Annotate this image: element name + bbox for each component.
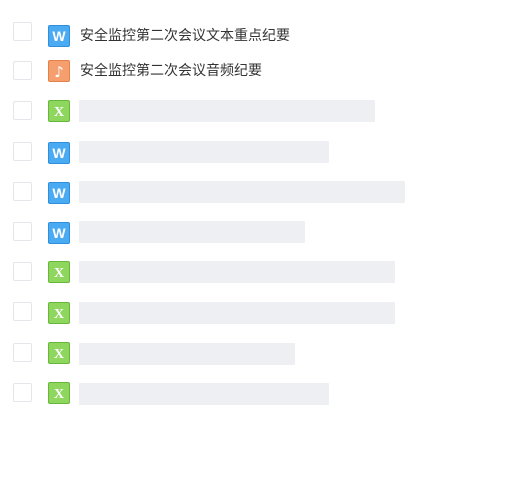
select-checkbox[interactable] <box>13 222 32 241</box>
word-doc-icon: W <box>48 25 70 47</box>
select-checkbox[interactable] <box>13 142 32 161</box>
select-checkbox[interactable] <box>13 343 32 362</box>
file-row[interactable]: X <box>0 251 509 291</box>
word-doc-icon: W <box>48 182 70 204</box>
select-checkbox[interactable] <box>13 182 32 201</box>
file-name-placeholder <box>79 261 395 283</box>
file-name-placeholder <box>79 302 395 324</box>
file-name-placeholder <box>79 221 305 243</box>
audio-file-icon: ♪ <box>48 60 70 82</box>
file-list: W 安全监控第二次会议文本重点纪要 ♪ 安全监控第二次会议音频纪要 X W W <box>0 0 509 501</box>
select-checkbox[interactable] <box>13 101 32 120</box>
file-row[interactable]: W <box>0 131 509 171</box>
file-name-placeholder <box>79 141 329 163</box>
select-checkbox[interactable] <box>13 22 32 41</box>
file-row[interactable]: X <box>0 291 509 331</box>
file-name-placeholder <box>79 100 375 122</box>
svg-text:W: W <box>52 145 66 161</box>
svg-text:X: X <box>54 347 64 362</box>
file-row[interactable]: X <box>0 331 509 371</box>
select-checkbox[interactable] <box>13 61 32 80</box>
excel-sheet-icon: X <box>48 100 70 122</box>
file-name[interactable]: 安全监控第二次会议音频纪要 <box>80 61 262 81</box>
excel-sheet-icon: X <box>48 302 70 324</box>
word-doc-icon: W <box>48 142 70 164</box>
svg-text:♪: ♪ <box>54 63 64 81</box>
select-checkbox[interactable] <box>13 262 32 281</box>
excel-sheet-icon: X <box>48 261 70 283</box>
svg-text:X: X <box>54 307 64 322</box>
file-name-placeholder <box>79 343 295 365</box>
file-name-placeholder <box>79 181 405 203</box>
file-row[interactable]: W <box>0 211 509 251</box>
file-row[interactable]: X <box>0 90 509 130</box>
svg-text:X: X <box>54 266 64 281</box>
svg-text:W: W <box>52 185 66 201</box>
svg-text:X: X <box>54 105 64 120</box>
file-name-placeholder <box>79 383 329 405</box>
svg-text:W: W <box>52 28 66 44</box>
file-row[interactable]: ♪ 安全监控第二次会议音频纪要 <box>0 50 509 90</box>
word-doc-icon: W <box>48 222 70 244</box>
select-checkbox[interactable] <box>13 302 32 321</box>
file-row[interactable]: W 安全监控第二次会议文本重点纪要 <box>0 14 509 54</box>
file-name[interactable]: 安全监控第二次会议文本重点纪要 <box>80 26 290 46</box>
svg-text:W: W <box>52 225 66 241</box>
file-row[interactable]: X <box>0 372 509 412</box>
file-row[interactable]: W <box>0 171 509 211</box>
excel-sheet-icon: X <box>48 342 70 364</box>
select-checkbox[interactable] <box>13 383 32 402</box>
excel-sheet-icon: X <box>48 382 70 404</box>
svg-text:X: X <box>54 387 64 402</box>
